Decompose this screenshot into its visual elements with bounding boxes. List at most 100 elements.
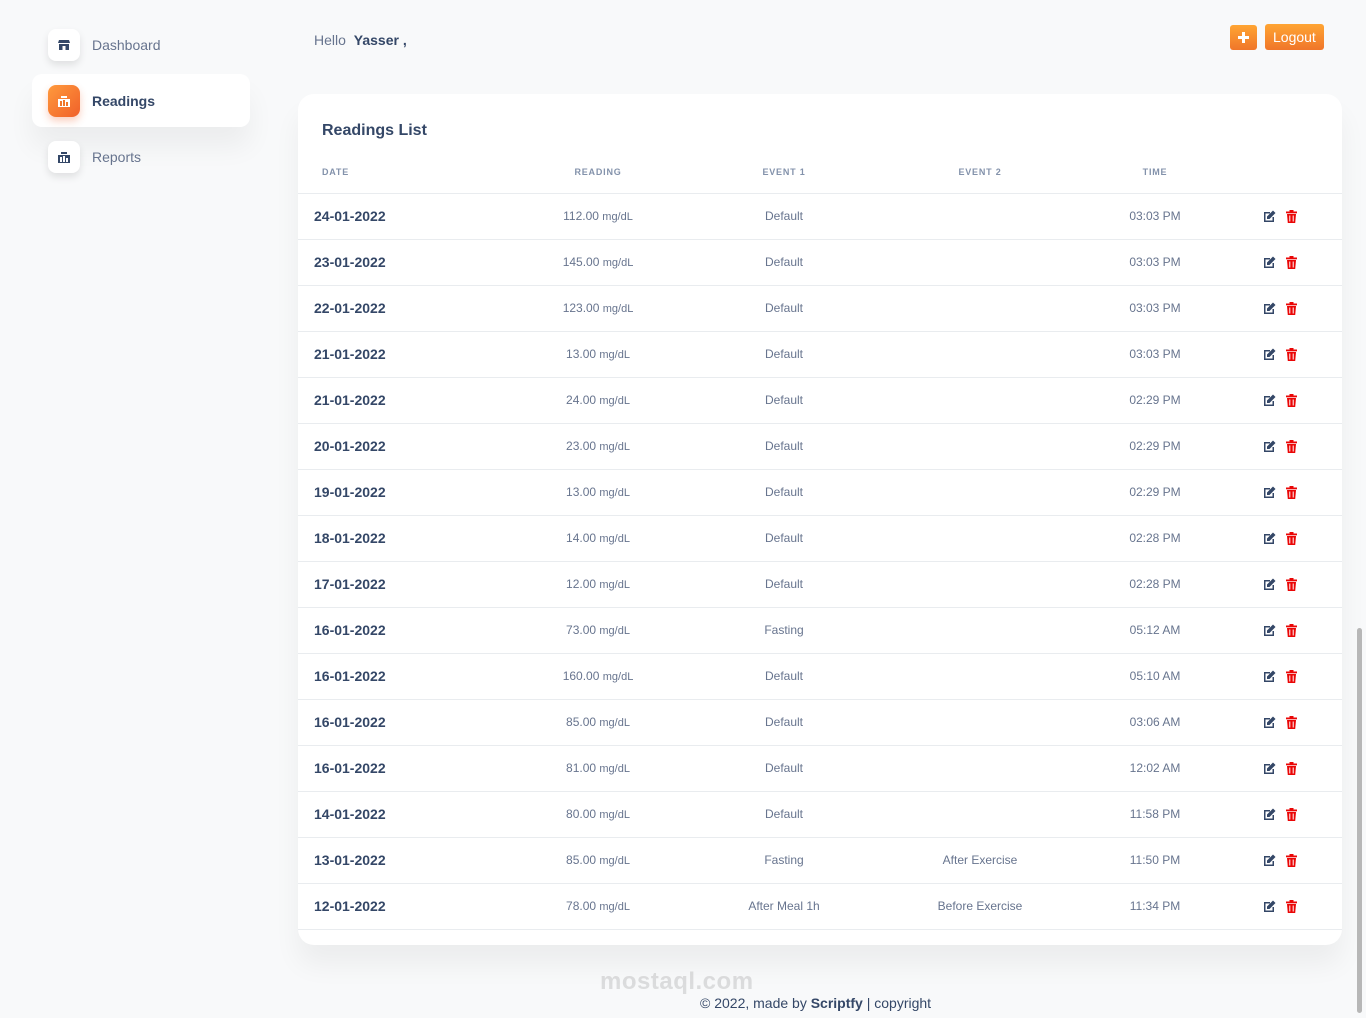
edit-icon[interactable] <box>1263 808 1276 821</box>
cell-actions <box>1220 515 1342 562</box>
cell-event1: Default <box>698 745 870 792</box>
cell-actions <box>1220 377 1342 424</box>
table-row: 24-01-2022 112.00 mg/dL Default 03:03 PM <box>298 193 1342 240</box>
reading-value: 78.00 <box>566 899 597 913</box>
table-row: 18-01-2022 14.00 mg/dL Default 02:28 PM <box>298 515 1342 562</box>
cell-time: 02:29 PM <box>1090 469 1220 516</box>
sidebar-item-label: Readings <box>92 92 156 109</box>
cell-event2 <box>870 239 1090 286</box>
column-header-event1: EVENT 1 <box>698 152 870 194</box>
delete-icon[interactable] <box>1286 301 1299 315</box>
edit-icon[interactable] <box>1263 532 1276 545</box>
table-row: 14-01-2022 80.00 mg/dL Default 11:58 PM <box>298 791 1342 838</box>
cell-event2 <box>870 469 1090 516</box>
table-row: 12-01-2022 78.00 mg/dL After Meal 1h Before… <box>298 883 1342 930</box>
delete-icon[interactable] <box>1286 899 1299 913</box>
cell-event2 <box>870 791 1090 838</box>
edit-icon[interactable] <box>1263 486 1276 499</box>
cell-event2 <box>870 285 1090 332</box>
cell-event1: Default <box>698 653 870 700</box>
table-row: 21-01-2022 24.00 mg/dL Default 02:29 PM <box>298 377 1342 424</box>
edit-icon[interactable] <box>1263 624 1276 637</box>
logout-button[interactable]: Logout <box>1265 24 1324 50</box>
delete-icon[interactable] <box>1286 255 1299 269</box>
cell-event1: Fasting <box>698 837 870 884</box>
add-reading-button[interactable] <box>1230 24 1257 50</box>
reading-value: 13.00 <box>566 347 597 361</box>
reading-unit: mg/dL <box>599 809 630 821</box>
edit-icon[interactable] <box>1263 762 1276 775</box>
delete-icon[interactable] <box>1286 761 1299 775</box>
delete-icon[interactable] <box>1286 623 1299 637</box>
footer-brand-link[interactable]: Scriptfy <box>811 995 863 1011</box>
edit-icon[interactable] <box>1263 394 1276 407</box>
card-title: Readings List <box>322 122 427 139</box>
cell-reading: 13.00 mg/dL <box>498 331 698 378</box>
delete-icon[interactable] <box>1286 577 1299 591</box>
cell-reading: 112.00 mg/dL <box>498 193 698 240</box>
cell-actions <box>1220 193 1342 240</box>
edit-icon[interactable] <box>1263 256 1276 269</box>
edit-icon[interactable] <box>1263 440 1276 453</box>
cell-actions <box>1220 285 1342 332</box>
sidebar-item-readings[interactable]: Readings <box>32 74 250 127</box>
delete-icon[interactable] <box>1286 439 1299 453</box>
cell-time: 12:02 AM <box>1090 745 1220 792</box>
cell-event1: Default <box>698 791 870 838</box>
reading-unit: mg/dL <box>599 487 630 499</box>
table-row: 20-01-2022 23.00 mg/dL Default 02:29 PM <box>298 423 1342 470</box>
cell-actions <box>1220 423 1342 470</box>
cell-date: 19-01-2022 <box>298 469 498 516</box>
sidebar-item-label: Dashboard <box>92 36 161 53</box>
store-icon <box>48 28 80 61</box>
delete-icon[interactable] <box>1286 669 1299 683</box>
cell-actions <box>1220 883 1342 930</box>
cell-reading: 123.00 mg/dL <box>498 285 698 332</box>
delete-icon[interactable] <box>1286 853 1299 867</box>
delete-icon[interactable] <box>1286 715 1299 729</box>
cell-date: 21-01-2022 <box>298 331 498 378</box>
footer-prefix: © 2022, made by <box>700 995 807 1011</box>
cell-event2 <box>870 515 1090 562</box>
column-header-event2: EVENT 2 <box>870 152 1090 194</box>
reading-value: 73.00 <box>566 623 597 637</box>
delete-icon[interactable] <box>1286 393 1299 407</box>
edit-icon[interactable] <box>1263 900 1276 913</box>
cell-actions <box>1220 561 1342 608</box>
delete-icon[interactable] <box>1286 209 1299 223</box>
cell-date: 17-01-2022 <box>298 561 498 608</box>
reading-unit: mg/dL <box>599 441 630 453</box>
page-scrollbar[interactable] <box>1357 628 1362 1013</box>
reading-value: 23.00 <box>566 439 597 453</box>
cell-event1: After Meal 1h <box>698 883 870 930</box>
delete-icon[interactable] <box>1286 485 1299 499</box>
delete-icon[interactable] <box>1286 347 1299 361</box>
cell-reading: 85.00 mg/dL <box>498 837 698 884</box>
edit-icon[interactable] <box>1263 210 1276 223</box>
table-row: 17-01-2022 12.00 mg/dL Default 02:28 PM <box>298 561 1342 608</box>
edit-icon[interactable] <box>1263 578 1276 591</box>
cell-reading: 160.00 mg/dL <box>498 653 698 700</box>
delete-icon[interactable] <box>1286 531 1299 545</box>
sidebar-item-reports[interactable]: Reports <box>32 130 250 183</box>
cell-actions <box>1220 837 1342 884</box>
edit-icon[interactable] <box>1263 716 1276 729</box>
table-row: 16-01-2022 160.00 mg/dL Default 05:10 AM <box>298 653 1342 700</box>
plus-icon <box>1238 31 1249 43</box>
cell-date: 23-01-2022 <box>298 239 498 286</box>
sidebar-item-dashboard[interactable]: Dashboard <box>32 18 250 71</box>
edit-icon[interactable] <box>1263 670 1276 683</box>
reading-value: 80.00 <box>566 807 597 821</box>
greeting: Hello Yasser , <box>314 32 407 48</box>
edit-icon[interactable] <box>1263 302 1276 315</box>
cell-event1: Default <box>698 285 870 332</box>
cell-date: 13-01-2022 <box>298 837 498 884</box>
table-row: 23-01-2022 145.00 mg/dL Default 03:03 PM <box>298 239 1342 286</box>
cell-time: 02:29 PM <box>1090 423 1220 470</box>
delete-icon[interactable] <box>1286 807 1299 821</box>
edit-icon[interactable] <box>1263 854 1276 867</box>
edit-icon[interactable] <box>1263 348 1276 361</box>
username: Yasser , <box>353 32 407 48</box>
column-header-reading: READING <box>498 152 698 194</box>
reading-value: 14.00 <box>566 531 597 545</box>
